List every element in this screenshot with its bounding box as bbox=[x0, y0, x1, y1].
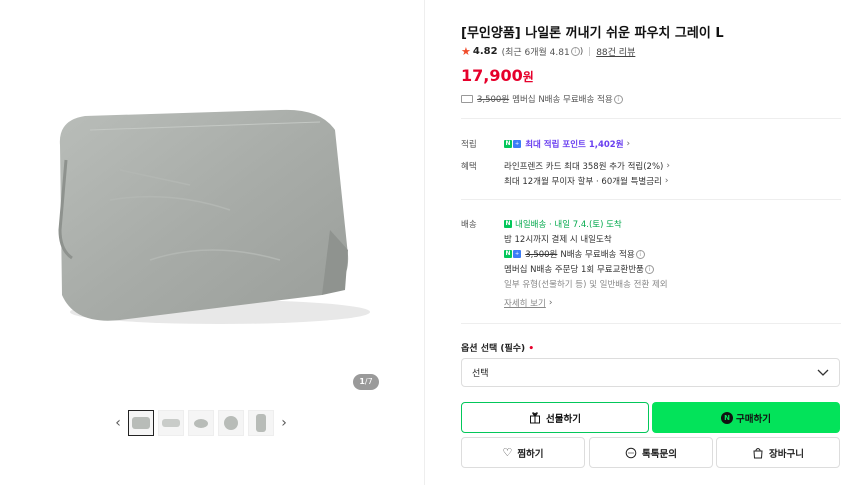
divider bbox=[461, 323, 841, 324]
chevron-right-icon: › bbox=[626, 139, 631, 149]
delivery-label: 배송 bbox=[461, 220, 477, 230]
divider bbox=[589, 47, 591, 56]
thumbnail[interactable] bbox=[128, 410, 154, 436]
shipping-original-fee: 3,500원 bbox=[477, 95, 510, 105]
chat-bubble-icon bbox=[625, 447, 637, 458]
chevron-right-icon: › bbox=[548, 298, 553, 308]
price: 17,900원 bbox=[461, 66, 534, 85]
chevron-right-icon: › bbox=[666, 161, 670, 171]
shopping-bag-icon bbox=[753, 447, 763, 458]
delivery-arrival: N 내일배송 · 내일 7.4.(토) 도착 bbox=[504, 218, 622, 230]
delivery-badge: 내일배송 bbox=[515, 220, 547, 230]
image-counter: 1/7 bbox=[353, 374, 379, 390]
delivery-free: N + 3,500원 N배송 무료배송 적용 i bbox=[504, 248, 645, 260]
benefit-line-2[interactable]: 최대 12개월 무이자 할부 · 60개월 특별금리 › bbox=[504, 175, 668, 187]
talk-label: 톡톡문의 bbox=[642, 448, 677, 460]
benefit-label: 혜택 bbox=[461, 162, 477, 172]
delivery-exclusion: 일부 유형(선물하기 등) 및 일반배송 전환 제외 bbox=[504, 280, 668, 290]
naver-n-icon: N bbox=[504, 220, 512, 228]
buy-button[interactable]: N 구매하기 bbox=[652, 402, 840, 433]
points-value[interactable]: N + 최대 적립 포인트 1,402원 › bbox=[504, 138, 630, 150]
thumbnail-image bbox=[194, 418, 208, 428]
option-label-text: 옵션 선택 (필수) bbox=[461, 344, 526, 354]
points-text: 최대 적립 포인트 1,402원 bbox=[525, 140, 624, 150]
thumbnail[interactable] bbox=[158, 410, 184, 436]
gift-icon bbox=[530, 411, 541, 423]
divider bbox=[461, 199, 841, 200]
truck-icon bbox=[461, 95, 473, 103]
thumbnail-strip: ‹ › bbox=[110, 410, 292, 436]
naver-n-icon: N bbox=[504, 140, 512, 148]
delivery-free-text: N배송 무료배송 적용 bbox=[560, 250, 635, 260]
chevron-down-icon bbox=[817, 369, 829, 376]
points-label: 적립 bbox=[461, 140, 477, 150]
thumbnail[interactable] bbox=[248, 410, 274, 436]
thumbnail-image bbox=[256, 414, 266, 432]
price-unit: 원 bbox=[522, 70, 534, 84]
product-gallery: 1/7 ‹ › bbox=[0, 0, 425, 485]
chevron-right-icon[interactable]: › bbox=[276, 410, 292, 436]
npay-plus-badge: N + bbox=[504, 250, 522, 258]
plus-icon: + bbox=[513, 250, 522, 258]
star-icon: ★ bbox=[461, 45, 471, 58]
talk-inquiry-button[interactable]: 톡톡문의 bbox=[589, 437, 713, 468]
chevron-right-icon: › bbox=[664, 176, 669, 186]
more-details-link[interactable]: 자세히 보기 › bbox=[504, 297, 552, 309]
shipping-row: 3,500원 멤버십 N배송 무료배송 적용 i bbox=[461, 93, 623, 105]
wish-button[interactable]: ♡ 찜하기 bbox=[461, 437, 585, 468]
benefit-text: 라인프렌즈 카드 최대 358원 추가 적립(2%) bbox=[504, 162, 664, 172]
thumbnail-image bbox=[132, 417, 150, 429]
product-title: [무인양품] 나일론 꺼내기 쉬운 파우치 그레이 L bbox=[461, 26, 724, 41]
buy-label: 구매하기 bbox=[736, 413, 771, 425]
cart-label: 장바구니 bbox=[769, 448, 804, 460]
gift-label: 선물하기 bbox=[546, 413, 581, 425]
price-amount: 17,900 bbox=[461, 66, 523, 85]
naver-n-icon: N bbox=[504, 250, 512, 258]
thumbnail-image bbox=[162, 419, 180, 427]
option-label: 옵션 선택 (필수) • bbox=[461, 341, 534, 354]
benefit-line-1[interactable]: 라인프렌즈 카드 최대 358원 추가 적립(2%) › bbox=[504, 160, 670, 172]
delivery-return: 멤버십 N배송 주문당 1회 무료교환반품 i bbox=[504, 263, 654, 275]
option-select[interactable]: 선택 bbox=[461, 358, 840, 387]
more-details-text: 자세히 보기 bbox=[504, 299, 546, 309]
option-select-value: 선택 bbox=[472, 369, 489, 379]
naver-pay-icon: N bbox=[721, 411, 734, 424]
info-icon[interactable]: i bbox=[613, 94, 623, 104]
gift-button[interactable]: 선물하기 bbox=[461, 402, 649, 433]
divider bbox=[461, 118, 841, 119]
rating-value: 4.82 bbox=[472, 46, 498, 57]
cart-button[interactable]: 장바구니 bbox=[716, 437, 840, 468]
required-mark: • bbox=[528, 344, 535, 354]
rating-row: ★ 4.82 (최근 6개월 4.81 i ) 88건 리뷰 bbox=[461, 45, 635, 58]
plus-icon: + bbox=[513, 140, 522, 148]
thumbnail[interactable] bbox=[188, 410, 214, 436]
delivery-return-text: 멤버십 N배송 주문당 1회 무료교환반품 bbox=[504, 265, 644, 275]
info-icon[interactable]: i bbox=[635, 249, 645, 259]
npay-plus-badge: N + bbox=[504, 140, 522, 148]
review-count-link[interactable]: 88건 리뷰 bbox=[596, 45, 635, 58]
heart-icon: ♡ bbox=[502, 446, 513, 459]
thumbnail[interactable] bbox=[218, 410, 244, 436]
info-icon[interactable]: i bbox=[644, 264, 654, 274]
recent-rating: (최근 6개월 4.81 bbox=[501, 48, 570, 58]
wish-label: 찜하기 bbox=[517, 448, 544, 460]
shipping-text: 멤버십 N배송 무료배송 적용 bbox=[512, 95, 613, 105]
chevron-left-icon[interactable]: ‹ bbox=[110, 410, 126, 436]
recent-rating-close: ) bbox=[579, 46, 584, 57]
thumbnail-image bbox=[224, 416, 238, 430]
benefit-text: 최대 12개월 무이자 할부 · 60개월 특별금리 bbox=[504, 177, 662, 187]
info-icon[interactable]: i bbox=[570, 47, 580, 56]
delivery-original-fee: 3,500원 bbox=[525, 250, 558, 260]
delivery-cutoff: 밤 12시까지 결제 시 내일도착 bbox=[504, 235, 612, 245]
delivery-arrival-date: · 내일 7.4.(토) 도착 bbox=[548, 220, 622, 230]
product-image[interactable] bbox=[30, 90, 370, 350]
